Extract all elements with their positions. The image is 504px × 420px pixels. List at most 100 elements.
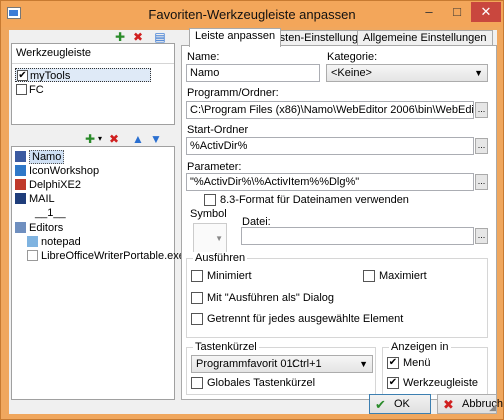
iconworkshop-icon	[15, 165, 26, 176]
item-tree-row[interactable]: Namo	[15, 150, 65, 164]
item-tree-row[interactable]: notepad	[27, 235, 81, 249]
name-label: Name:	[187, 51, 220, 63]
delete-toolbar-icon[interactable]: ✖	[131, 30, 145, 44]
category-label: Kategorie:	[327, 51, 378, 63]
ok-button[interactable]: ✔ OK	[369, 394, 431, 414]
show-menu-label: Menü	[403, 357, 431, 369]
toolbar-checkbox[interactable]	[16, 84, 27, 95]
item-tree-row[interactable]: __1__	[21, 206, 66, 220]
maximized-checkbox[interactable]: Maximiert	[363, 270, 427, 283]
show-menu-checkbox-box[interactable]: ✔	[387, 357, 399, 369]
start-folder-field[interactable]: %ActivDir%	[186, 137, 474, 155]
program-label: Programm/Ordner:	[187, 87, 279, 99]
format83-checkbox[interactable]: 8.3-Format für Dateinamen verwenden	[204, 194, 409, 207]
tab-page: Name: Namo Kategorie: <Keine> ▼ Programm…	[181, 45, 497, 400]
chevron-down-icon: ▼	[215, 234, 223, 243]
item-tree-label: IconWorkshop	[29, 165, 100, 177]
parameter-browse-button[interactable]: ...	[475, 174, 488, 190]
item-tree-row[interactable]: Editors	[15, 221, 63, 235]
parameter-label: Parameter:	[187, 161, 242, 173]
start-folder-browse-button[interactable]: ...	[475, 138, 488, 154]
folder-icon	[15, 222, 26, 233]
dialog-window: Favoriten-Werkzeugleiste anpassen – □ ✕ …	[0, 0, 504, 420]
hotkey-name: Programmfavorit 01:	[196, 358, 296, 370]
show-toolbar-label: Werkzeugleiste	[403, 377, 478, 389]
toolbar-list-item[interactable]: FC	[15, 83, 151, 97]
item-tree: Namo IconWorkshop DelphiXE2 MAIL __1__ Editor…	[11, 146, 185, 400]
item-tree-row[interactable]: LibreOfficeWriterPortable.exe	[27, 249, 185, 263]
toolbar-checkbox[interactable]: ✔	[17, 70, 28, 81]
cancel-label: Abbruch	[462, 398, 503, 410]
delete-item-icon[interactable]: ✖	[107, 132, 121, 146]
toolbar-list-item-label: FC	[29, 84, 44, 96]
minimize-button[interactable]: –	[415, 2, 443, 22]
add-toolbar-icon[interactable]: ✚	[113, 30, 127, 44]
file-field[interactable]	[241, 227, 474, 245]
separate-label: Getrennt für jedes ausgewählte Element	[207, 313, 404, 325]
run-as-checkbox[interactable]: Mit "Ausführen als" Dialog	[191, 292, 334, 305]
item-tree-label: MAIL	[29, 193, 55, 205]
separate-checkbox[interactable]: Getrennt für jedes ausgewählte Element	[191, 313, 403, 326]
item-tree-label: notepad	[41, 236, 81, 248]
symbol-label: Symbol	[190, 208, 227, 220]
global-hotkey-checkbox[interactable]: Globales Tastenkürzel	[191, 377, 315, 390]
global-hotkey-label: Globales Tastenkürzel	[207, 377, 316, 389]
file-browse-button[interactable]: ...	[475, 228, 488, 244]
check-icon: ✔	[375, 397, 386, 412]
item-tree-label: LibreOfficeWriterPortable.exe	[41, 250, 185, 262]
category-value: <Keine>	[331, 67, 372, 79]
minimized-checkbox[interactable]: Minimiert	[191, 270, 252, 283]
minimized-label: Minimiert	[207, 270, 252, 282]
show-menu-checkbox[interactable]: ✔ Menü	[387, 357, 431, 370]
toolbar-list: Werkzeugleiste ✔ myTools FC	[11, 43, 175, 125]
parameter-field[interactable]: "%ActivDir%\%ActivItem%%Dlg%"	[186, 173, 474, 191]
maximized-checkbox-box[interactable]	[363, 270, 375, 282]
item-tree-label: Editors	[29, 222, 64, 234]
title-bar[interactable]: Favoriten-Werkzeugleiste anpassen – □ ✕	[1, 1, 503, 27]
hotkey-select[interactable]: Programmfavorit 01: Ctrl+1 ▼	[191, 355, 373, 373]
toolbar-list-item[interactable]: ✔ myTools	[15, 68, 151, 82]
show-toolbar-checkbox[interactable]: ✔ Werkzeugleiste	[387, 377, 478, 390]
mail-icon	[15, 193, 26, 204]
toolbar-list-item-label: myTools	[30, 70, 71, 82]
item-tree-row[interactable]: IconWorkshop	[15, 164, 99, 178]
program-field[interactable]: C:\Program Files (x86)\Namo\WebEditor 20…	[186, 101, 474, 119]
item-tree-row[interactable]: DelphiXE2	[15, 178, 81, 192]
add-item-dropdown-icon[interactable]: ▾	[93, 132, 107, 146]
minimized-checkbox-box[interactable]	[191, 270, 203, 282]
separate-checkbox-box[interactable]	[191, 313, 203, 325]
document-icon	[27, 250, 38, 261]
program-browse-button[interactable]: ...	[475, 102, 488, 118]
tab-allgemeine-einstellungen[interactable]: Allgemeine Einstellungen	[357, 30, 493, 46]
chevron-down-icon: ▼	[474, 68, 483, 78]
tab-leiste-anpassen[interactable]: Leiste anpassen	[189, 28, 282, 47]
close-button[interactable]: ✕	[471, 2, 501, 22]
category-select[interactable]: <Keine> ▼	[326, 64, 488, 82]
item-tree-label: Namo	[29, 150, 65, 164]
move-up-icon[interactable]: ▲	[131, 132, 145, 146]
global-hotkey-checkbox-box[interactable]	[191, 377, 203, 389]
format83-label: 8.3-Format für Dateinamen verwenden	[220, 194, 409, 206]
separator-icon	[21, 207, 32, 218]
run-as-label: Mit "Ausführen als" Dialog	[207, 292, 335, 304]
item-tree-label: __1__	[35, 207, 66, 219]
move-down-icon[interactable]: ▼	[149, 132, 163, 146]
show-in-group: Anzeigen in ✔ Menü ✔ Werkzeugleiste	[382, 341, 488, 395]
show-toolbar-checkbox-box[interactable]: ✔	[387, 377, 399, 389]
run-group-title: Ausführen	[193, 252, 248, 264]
item-tree-row[interactable]: MAIL	[15, 192, 55, 206]
resize-grip-icon[interactable]: ◢	[489, 402, 496, 413]
hotkey-group-title: Tastenkürzel	[193, 341, 259, 353]
toolbar-settings-icon[interactable]: ▤	[153, 30, 167, 44]
namo-icon	[15, 151, 26, 162]
show-in-group-title: Anzeigen in	[389, 341, 451, 353]
symbol-preview[interactable]: ▼	[193, 223, 227, 253]
name-field[interactable]: Namo	[186, 64, 320, 82]
cross-icon: ✖	[443, 397, 454, 412]
maximize-button[interactable]: □	[443, 2, 471, 22]
hotkey-group: Tastenkürzel Programmfavorit 01: Ctrl+1 …	[186, 341, 376, 395]
cancel-button[interactable]: ✖ Abbruch	[437, 394, 503, 414]
dialog-client: ✚ ✖ ▤ Werkzeugleiste ✔ myTools FC ✚ ▾ ✖ ▲ …	[9, 28, 503, 414]
format83-checkbox-box[interactable]	[204, 194, 216, 206]
run-as-checkbox-box[interactable]	[191, 292, 203, 304]
